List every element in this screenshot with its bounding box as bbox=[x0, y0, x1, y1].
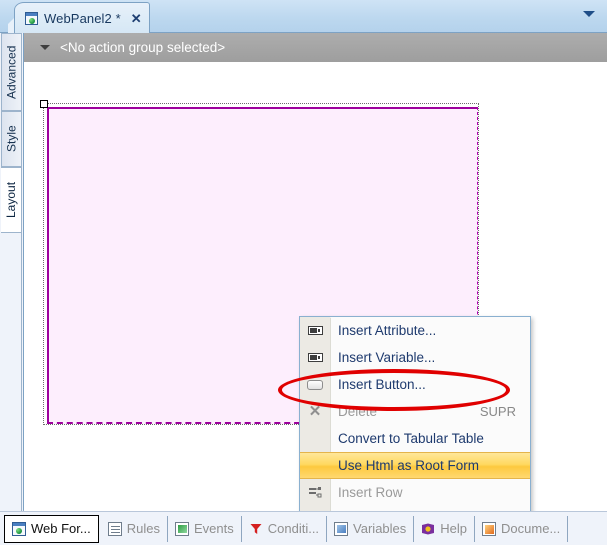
webform-icon bbox=[12, 521, 26, 536]
tab-documentation[interactable]: Docume... bbox=[475, 515, 569, 542]
delete-x-icon: ✕ bbox=[308, 403, 322, 420]
menu-item-label: Insert Variable... bbox=[338, 350, 436, 365]
webpanel-icon bbox=[25, 11, 38, 25]
menu-item-label: Insert Button... bbox=[338, 377, 426, 392]
menu-item-label: Convert to Tabular Table bbox=[338, 431, 484, 446]
menu-item-use-html-as-root-form[interactable]: Use Html as Root Form bbox=[300, 452, 530, 479]
variables-icon bbox=[334, 521, 349, 536]
tab-rules[interactable]: Rules bbox=[101, 515, 168, 542]
menu-item-delete[interactable]: ✕ Delete SUPR bbox=[300, 398, 530, 425]
tab-label: Rules bbox=[126, 521, 160, 536]
menu-item-label: Insert Row bbox=[338, 485, 403, 500]
design-canvas[interactable]: Insert Attribute... Insert Variable... I… bbox=[24, 62, 607, 511]
menu-item-label: Insert Attribute... bbox=[338, 323, 437, 338]
tab-help[interactable]: Help bbox=[414, 515, 476, 542]
bottom-tab-bar: Web For... Rules Events Conditi... Varia… bbox=[0, 511, 607, 545]
attribute-field-icon bbox=[300, 326, 330, 335]
design-panel: <No action group selected> Insert Attrib… bbox=[23, 33, 607, 511]
tab-events[interactable]: Events bbox=[168, 515, 242, 542]
editor-tab-webpanel2[interactable]: WebPanel2 * ✕ bbox=[14, 2, 150, 33]
side-tab-label-advanced: Advanced bbox=[4, 45, 19, 99]
button-icon bbox=[300, 379, 330, 390]
menu-item-label: Use Html as Root Form bbox=[338, 458, 480, 473]
tab-web-form[interactable]: Web For... bbox=[4, 514, 99, 543]
action-group-bar[interactable]: <No action group selected> bbox=[24, 33, 607, 62]
side-tab-label-layout: Layout bbox=[4, 181, 18, 219]
menu-item-insert-variable[interactable]: Insert Variable... bbox=[300, 344, 530, 371]
tab-label: Help bbox=[440, 521, 468, 536]
variable-field-icon bbox=[300, 353, 330, 362]
tab-label: Conditi... bbox=[267, 521, 320, 536]
help-icon bbox=[421, 522, 435, 536]
events-icon bbox=[174, 521, 189, 536]
editor-tab-strip: WebPanel2 * ✕ bbox=[0, 0, 607, 33]
menu-item-insert-attribute[interactable]: Insert Attribute... bbox=[300, 317, 530, 344]
sidebar-item-advanced[interactable]: Advanced bbox=[1, 33, 22, 111]
sidebar-item-style[interactable]: Style bbox=[1, 111, 22, 167]
menu-item-insert-column[interactable]: Insert Column bbox=[300, 506, 530, 511]
application-window: WebPanel2 * ✕ Advanced Style Layout <No … bbox=[0, 0, 607, 545]
tab-label: Web For... bbox=[31, 521, 91, 536]
tab-conditions[interactable]: Conditi... bbox=[242, 515, 328, 542]
insert-row-icon bbox=[300, 486, 330, 500]
menu-item-insert-button[interactable]: Insert Button... bbox=[300, 371, 530, 398]
resize-handle-top-left[interactable] bbox=[40, 100, 48, 108]
chevron-down-icon[interactable] bbox=[583, 11, 595, 17]
editor-body: Advanced Style Layout <No action group s… bbox=[0, 33, 607, 511]
tab-label: Docume... bbox=[501, 521, 561, 536]
close-icon[interactable]: ✕ bbox=[131, 12, 142, 25]
side-tab-rail: Advanced Style Layout bbox=[0, 33, 22, 511]
sidebar-item-layout[interactable]: Layout bbox=[1, 167, 22, 233]
conditions-icon bbox=[249, 522, 263, 536]
menu-item-shortcut: SUPR bbox=[479, 404, 516, 419]
menu-item-convert-to-tabular-table[interactable]: Convert to Tabular Table bbox=[300, 425, 530, 452]
window-frame: WebPanel2 * ✕ Advanced Style Layout <No … bbox=[0, 0, 607, 545]
tab-label: Events bbox=[193, 521, 234, 536]
menu-item-insert-row[interactable]: Insert Row bbox=[300, 479, 530, 506]
side-tab-label-style: Style bbox=[4, 125, 19, 153]
action-group-label: <No action group selected> bbox=[60, 40, 226, 55]
documentation-icon bbox=[482, 521, 497, 536]
editor-tab-label: WebPanel2 * bbox=[44, 10, 121, 26]
caret-down-icon[interactable] bbox=[40, 45, 50, 50]
menu-item-label: Delete bbox=[338, 404, 378, 419]
tab-label: Variables bbox=[353, 521, 407, 536]
tab-variables[interactable]: Variables bbox=[327, 515, 415, 542]
rules-icon bbox=[107, 521, 122, 536]
context-menu[interactable]: Insert Attribute... Insert Variable... I… bbox=[299, 316, 531, 511]
